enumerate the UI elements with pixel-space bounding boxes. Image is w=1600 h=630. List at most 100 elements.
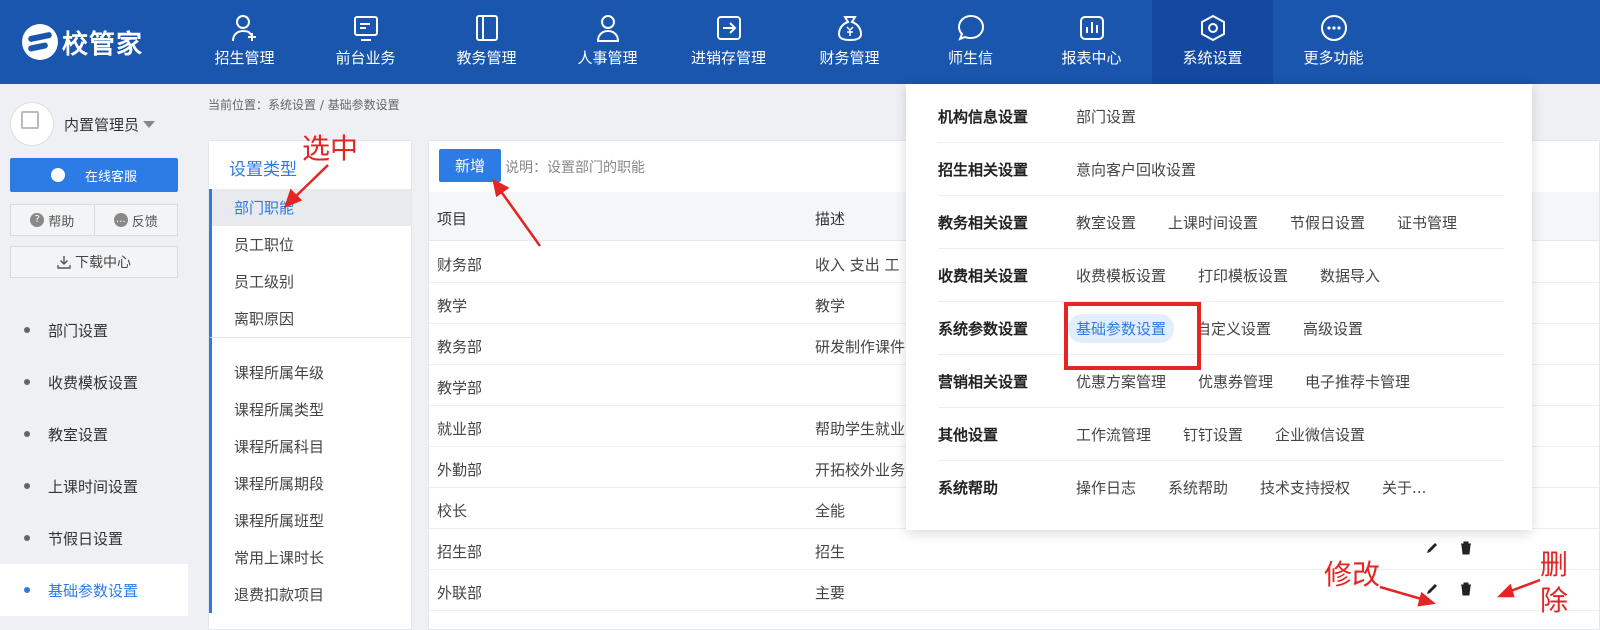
avatar: [10, 102, 54, 146]
nav-item-hr[interactable]: 人事管理: [547, 0, 668, 84]
table-row[interactable]: 外联部 主要: [429, 570, 1599, 611]
bullet-icon: [24, 535, 30, 541]
type-item-course-term[interactable]: 课程所属期段: [209, 465, 411, 502]
add-button[interactable]: 新增: [439, 149, 501, 182]
nav-label: 前台业务: [335, 49, 396, 67]
dropdown-row-marketing: 营销相关设置 优惠方案管理 优惠券管理 电子推荐卡管理: [938, 355, 1504, 408]
app-logo[interactable]: 校管家: [22, 24, 143, 60]
download-center-button[interactable]: 下载中心: [10, 246, 178, 278]
dropdown-link-tech-support[interactable]: 技术支持授权: [1260, 477, 1350, 498]
type-item-course-grade[interactable]: 课程所属年级: [209, 354, 411, 391]
dropdown-link-coupon[interactable]: 优惠券管理: [1198, 371, 1273, 392]
download-icon: [57, 256, 71, 269]
cell-description: 研发制作课件: [815, 338, 906, 356]
user-name: 内置管理员: [64, 115, 140, 134]
sidebar-item-fee-template[interactable]: 收费模板设置: [0, 356, 188, 408]
sidebar-item-classroom[interactable]: 教室设置: [0, 408, 188, 460]
trash-icon[interactable]: [1459, 541, 1473, 555]
type-item-course-type[interactable]: 课程所属类型: [209, 391, 411, 428]
dropdown-link-referral-card[interactable]: 电子推荐卡管理: [1305, 371, 1410, 392]
type-item-department-function[interactable]: 部门职能: [209, 189, 411, 226]
nav-item-system-settings[interactable]: 系统设置: [1152, 0, 1273, 84]
cell-item: 外勤部: [437, 461, 483, 479]
annotation-selected: 选中: [302, 132, 359, 165]
logo-text: 校管家: [62, 29, 144, 60]
dropdown-link-dingtalk[interactable]: 钉钉设置: [1183, 424, 1243, 445]
nav-item-reports[interactable]: 报表中心: [1031, 0, 1152, 84]
sidebar-item-basic-params[interactable]: 基础参数设置: [0, 564, 188, 616]
nav-item-finance[interactable]: 财务管理: [789, 0, 910, 84]
nav-item-academic[interactable]: 教务管理: [426, 0, 547, 84]
dropdown-link-class-time[interactable]: 上课时间设置: [1168, 212, 1258, 233]
edit-icon[interactable]: [1425, 582, 1439, 596]
dropdown-link-lead-recycle[interactable]: 意向客户回收设置: [1076, 159, 1196, 180]
nav-item-front-desk[interactable]: 前台业务: [305, 0, 426, 84]
trash-icon[interactable]: [1459, 582, 1473, 596]
dropdown-category: 收费相关设置: [938, 266, 1029, 285]
cell-item: 就业部: [437, 420, 483, 438]
system-settings-dropdown: 机构信息设置 部门设置 招生相关设置 意向客户回收设置 教务相关设置 教室设置 …: [906, 84, 1532, 530]
dropdown-link-workflow[interactable]: 工作流管理: [1076, 424, 1151, 445]
dropdown-category: 机构信息设置: [938, 107, 1029, 126]
nav-item-messages[interactable]: 师生信: [910, 0, 1031, 84]
dropdown-category: 系统参数设置: [938, 319, 1029, 338]
feedback-label: 反馈: [131, 214, 158, 230]
dropdown-category: 招生相关设置: [938, 160, 1029, 179]
edit-icon[interactable]: [1425, 541, 1439, 555]
column-header-item: 项目: [437, 210, 468, 228]
dropdown-link-holiday[interactable]: 节假日设置: [1290, 212, 1365, 233]
nav-item-inventory[interactable]: 进销存管理: [668, 0, 789, 84]
dropdown-category: 营销相关设置: [938, 372, 1029, 391]
cell-item: 招生部: [437, 543, 483, 561]
dropdown-category: 教务相关设置: [938, 213, 1029, 232]
dropdown-link-fee-template[interactable]: 收费模板设置: [1076, 265, 1166, 286]
nav-item-enrollment[interactable]: 招生管理: [184, 0, 305, 84]
nav-label: 财务管理: [819, 49, 880, 67]
dropdown-link-discount-plan[interactable]: 优惠方案管理: [1076, 371, 1166, 392]
dropdown-link-custom-settings[interactable]: 自定义设置: [1196, 318, 1271, 339]
caret-down-icon: [143, 120, 156, 128]
dropdown-link-operation-log[interactable]: 操作日志: [1076, 477, 1136, 498]
dropdown-link-certificate[interactable]: 证书管理: [1397, 212, 1457, 233]
sidebar-item-holiday[interactable]: 节假日设置: [0, 512, 188, 564]
dropdown-link-advanced-settings[interactable]: 高级设置: [1303, 318, 1363, 339]
dropdown-link-data-import[interactable]: 数据导入: [1320, 265, 1380, 286]
table-row[interactable]: 招生部 招生: [429, 529, 1599, 570]
nav-label: 系统设置: [1182, 49, 1243, 67]
dropdown-link-classroom[interactable]: 教室设置: [1076, 212, 1136, 233]
dropdown-row-enrollment: 招生相关设置 意向客户回收设置: [938, 143, 1504, 196]
type-item-course-class-type[interactable]: 课程所属班型: [209, 502, 411, 539]
settings-type-title: 设置类型: [229, 160, 297, 180]
sidebar-item-class-time[interactable]: 上课时间设置: [0, 460, 188, 512]
cell-description: 招生: [815, 543, 846, 561]
user-menu[interactable]: 内置管理员: [10, 102, 178, 146]
bar-chart-icon: [1079, 16, 1104, 40]
type-item-class-duration[interactable]: 常用上课时长: [209, 539, 411, 576]
type-item-leave-reason[interactable]: 离职原因: [209, 300, 411, 337]
nav-item-more[interactable]: 更多功能: [1273, 0, 1394, 84]
sidebar-item-department[interactable]: 部门设置: [0, 304, 188, 356]
type-item-course-subject[interactable]: 课程所属科目: [209, 428, 411, 465]
nav-label: 更多功能: [1303, 49, 1364, 67]
help-label: 帮助: [48, 214, 75, 230]
help-button[interactable]: ? 帮助: [11, 205, 94, 235]
logo-icon: [22, 24, 58, 60]
sidebar-item-label: 收费模板设置: [48, 373, 139, 392]
type-item-refund-deduction[interactable]: 退费扣款项目: [209, 576, 411, 613]
download-center-label: 下载中心: [75, 255, 131, 271]
cell-item: 教务部: [437, 338, 483, 356]
dropdown-category: 其他设置: [938, 425, 999, 444]
dropdown-link-department[interactable]: 部门设置: [1076, 106, 1136, 127]
dropdown-link-about[interactable]: 关于...: [1382, 477, 1426, 498]
book-icon: [475, 15, 498, 41]
feedback-button[interactable]: … 反馈: [93, 205, 178, 235]
online-service-button[interactable]: 在线客服: [10, 158, 178, 192]
dropdown-link-wecom[interactable]: 企业微信设置: [1275, 424, 1365, 445]
dropdown-link-print-template[interactable]: 打印模板设置: [1198, 265, 1288, 286]
dropdown-link-system-help[interactable]: 系统帮助: [1168, 477, 1228, 498]
type-item-staff-level[interactable]: 员工级别: [209, 263, 411, 300]
type-item-staff-position[interactable]: 员工职位: [209, 226, 411, 263]
money-bag-icon: [837, 16, 862, 42]
annotation-delete-2: 除: [1540, 584, 1569, 617]
dropdown-category: 系统帮助: [938, 479, 999, 497]
